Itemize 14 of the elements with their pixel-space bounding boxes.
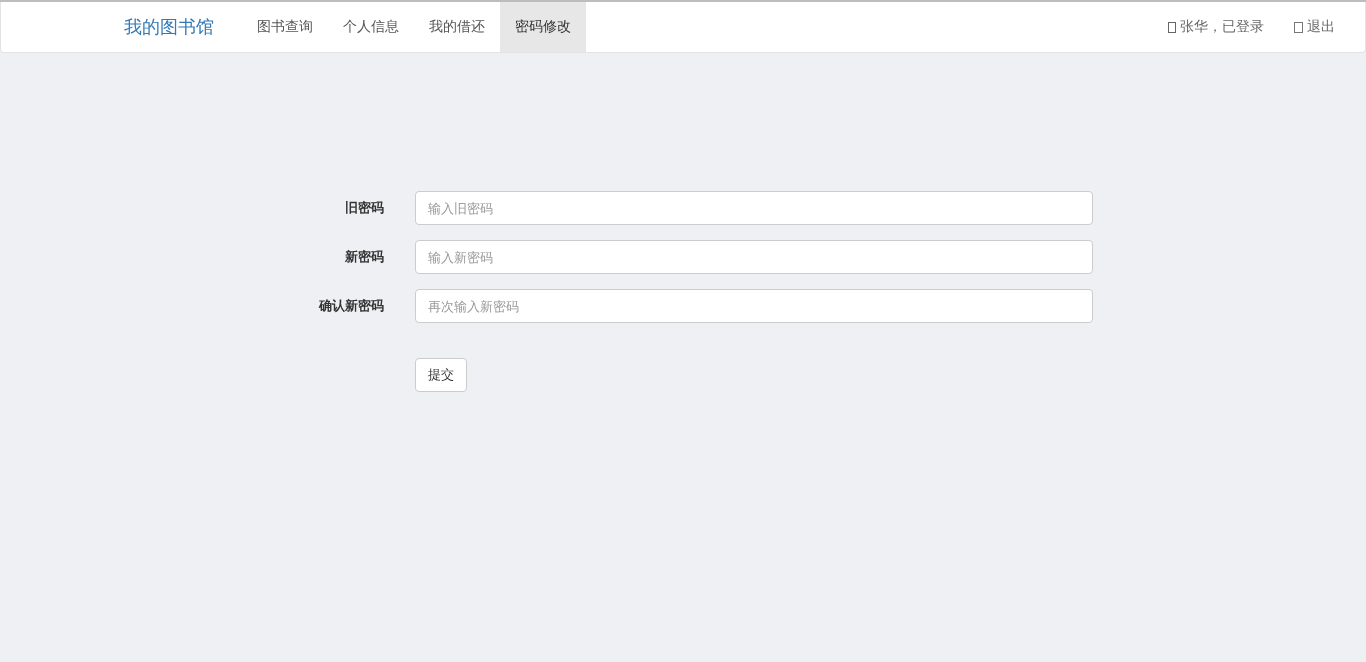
field-label: 确认新密码 (317, 297, 385, 315)
input-field[interactable]: 再次输入新密码 (415, 289, 1093, 323)
field-label: 新密码 (344, 248, 385, 266)
input-field[interactable]: 输入旧密码 (415, 191, 1093, 225)
input-field[interactable]: 输入新密码 (415, 240, 1093, 274)
field-label: 旧密码 (344, 199, 385, 217)
nav-tab[interactable]: 图书查询 (242, 2, 328, 52)
user-link[interactable]: 张华，已登录 (1180, 18, 1264, 36)
nav-tab[interactable]: 个人信息 (328, 2, 414, 52)
nav-tab[interactable]: 密码修改 (500, 2, 586, 52)
submit-button[interactable]: 提交 (415, 358, 467, 392)
nav-tab[interactable]: 我的借还 (414, 2, 500, 52)
brand-link[interactable]: 我的图书馆 (1, 2, 242, 52)
logout-link[interactable]: 退出 (1307, 18, 1335, 36)
